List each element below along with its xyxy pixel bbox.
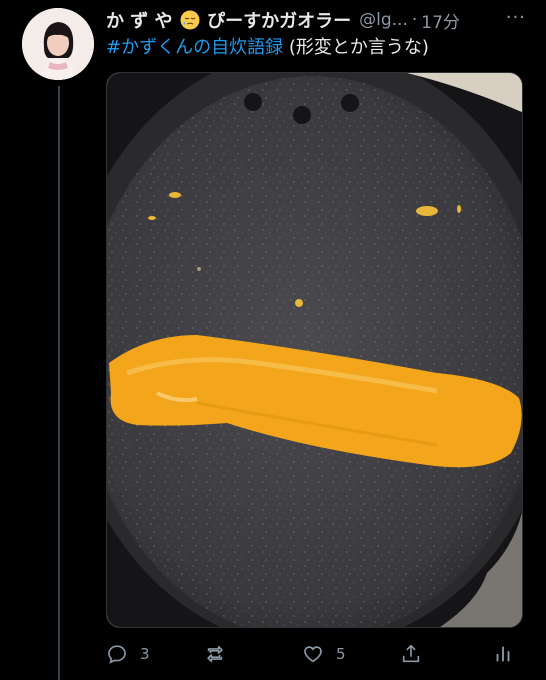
avatar[interactable] bbox=[22, 8, 94, 80]
avatar-image bbox=[22, 8, 94, 80]
tweet-photo[interactable] bbox=[106, 72, 523, 628]
reply-icon bbox=[108, 645, 126, 664]
thread-line bbox=[58, 86, 60, 680]
tweet-text: #かずくんの自炊語録 (形変とか言うな) bbox=[106, 35, 429, 61]
like-count: 5 bbox=[336, 645, 346, 663]
share-button[interactable] bbox=[400, 640, 422, 668]
analytics-button[interactable] bbox=[492, 640, 514, 668]
reply-button[interactable]: 3 bbox=[106, 640, 150, 668]
like-button[interactable]: 5 bbox=[302, 640, 346, 668]
sleepy-face-emoji-icon bbox=[180, 10, 200, 30]
tweet-header: か ず や ぴーすかガオラー @lg... · 17分 bbox=[106, 6, 536, 34]
tweet-body: (形変とか言うな) bbox=[283, 37, 429, 58]
more-options-icon[interactable]: ··· bbox=[506, 7, 526, 28]
analytics-icon bbox=[496, 646, 510, 662]
separator: · bbox=[411, 10, 418, 30]
frying-pan-photo bbox=[107, 73, 522, 627]
tweet-actions: 3 5 bbox=[106, 640, 526, 668]
display-name-prefix: か ず や bbox=[106, 11, 173, 32]
heart-icon bbox=[304, 646, 322, 663]
display-name-suffix: ぴーすかガオラー bbox=[207, 11, 352, 32]
display-name[interactable]: か ず や ぴーすかガオラー bbox=[106, 7, 351, 33]
handle[interactable]: @lg... bbox=[359, 10, 408, 30]
timestamp[interactable]: 17分 bbox=[421, 8, 460, 33]
share-icon bbox=[402, 644, 420, 663]
hashtag-link[interactable]: #かずくんの自炊語録 bbox=[106, 37, 283, 58]
retweet-button[interactable] bbox=[204, 640, 238, 668]
retweet-icon bbox=[207, 645, 223, 663]
reply-count: 3 bbox=[140, 645, 150, 663]
